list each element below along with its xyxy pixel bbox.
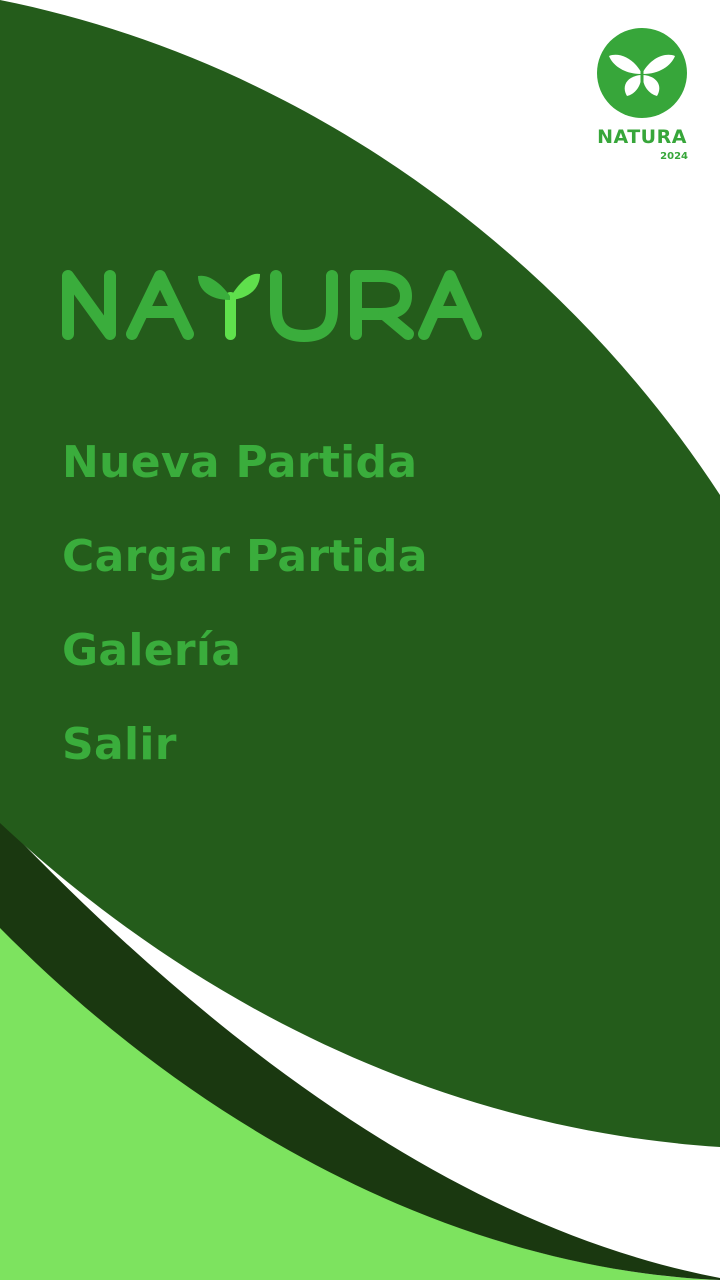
main-menu: Nueva Partida Cargar Partida Galería Sal… xyxy=(62,432,582,808)
butterfly-icon xyxy=(597,28,687,118)
load-game-button[interactable]: Cargar Partida xyxy=(62,526,582,620)
sprout-icon xyxy=(198,273,260,340)
exit-button[interactable]: Salir xyxy=(62,714,582,808)
badge-year: 2024 xyxy=(660,151,688,162)
game-logo xyxy=(62,270,482,342)
main-menu-screen: NATURA 2024 Nueva Partida Cargar Partida… xyxy=(0,0,720,1280)
new-game-button[interactable]: Nueva Partida xyxy=(62,432,582,526)
badge-title: NATURA xyxy=(597,126,687,148)
natura-badge: NATURA 2024 xyxy=(590,28,694,162)
gallery-button[interactable]: Galería xyxy=(62,620,582,714)
